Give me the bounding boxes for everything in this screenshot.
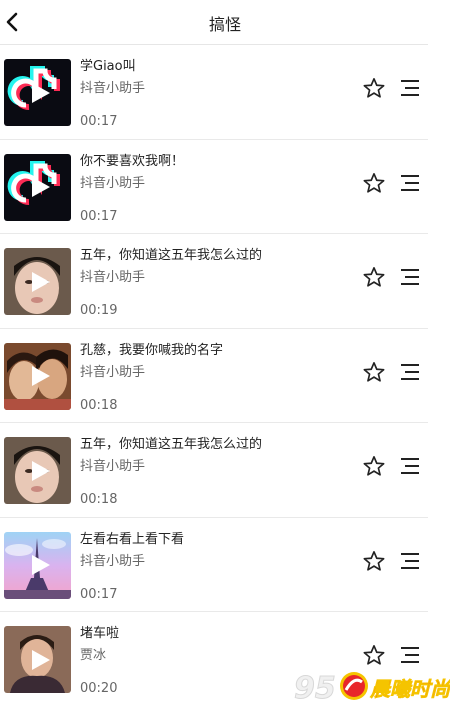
playlist-menu-icon[interactable] xyxy=(399,457,421,475)
page-title: 搞怪 xyxy=(208,15,241,34)
item-artist: 抖音小助手 xyxy=(80,81,146,96)
list-item[interactable]: 五年，你知道这五年我怎么过的 抖音小助手 00:18 xyxy=(0,423,450,518)
header-bar: 搞怪 xyxy=(0,0,450,45)
thumbnail-tiktok xyxy=(4,153,71,221)
play-icon[interactable] xyxy=(29,649,51,671)
favorite-star-icon[interactable] xyxy=(363,644,385,666)
list-item[interactable]: 五年，你知道这五年我怎么过的 抖音小助手 00:19 xyxy=(0,234,450,329)
thumbnail-man-photo xyxy=(4,626,71,693)
favorite-star-icon[interactable] xyxy=(363,172,385,194)
playlist-menu-icon[interactable] xyxy=(399,268,421,286)
item-title: 五年，你知道这五年我怎么过的 xyxy=(80,437,263,452)
playlist-menu-icon[interactable] xyxy=(399,363,421,381)
thumbnail-couple-photo xyxy=(4,342,71,410)
audio-list: 学Giao叫 抖音小助手 00:17 你不要喜欢我啊！ 抖音小助手 00:17 xyxy=(0,45,450,706)
play-icon[interactable] xyxy=(29,365,51,387)
favorite-star-icon[interactable] xyxy=(363,266,385,288)
playlist-menu-icon[interactable] xyxy=(399,646,421,664)
list-item[interactable]: 左看右看上看下看 抖音小助手 00:17 xyxy=(0,518,450,612)
play-icon[interactable] xyxy=(29,82,51,104)
list-item[interactable]: 孔慈，我要你喊我的名字 抖音小助手 00:18 xyxy=(0,329,450,423)
item-duration: 00:17 xyxy=(80,208,118,224)
playlist-menu-icon[interactable] xyxy=(399,79,421,97)
playlist-menu-icon[interactable] xyxy=(399,552,421,570)
item-artist: 抖音小助手 xyxy=(80,553,146,569)
item-title: 学Giao叫 xyxy=(80,59,136,74)
item-duration: 00:18 xyxy=(80,397,118,413)
item-duration: 00:17 xyxy=(80,114,118,129)
item-artist: 抖音小助手 xyxy=(80,459,146,474)
item-artist: 抖音小助手 xyxy=(80,364,146,380)
svg-text:晨曦时尚: 晨曦时尚 xyxy=(369,677,450,701)
item-title: 你不要喜欢我啊！ xyxy=(80,153,185,169)
list-item[interactable]: 你不要喜欢我啊！ 抖音小助手 00:17 xyxy=(0,140,450,234)
thumbnail-face-photo xyxy=(4,437,71,504)
item-title: 左看右看上看下看 xyxy=(80,531,185,547)
item-title: 孔慈，我要你喊我的名字 xyxy=(80,342,224,358)
favorite-star-icon[interactable] xyxy=(363,455,385,477)
playlist-menu-icon[interactable] xyxy=(399,174,421,192)
item-artist: 贾冰 xyxy=(80,648,107,663)
svg-text:95: 95 xyxy=(294,671,336,706)
play-icon[interactable] xyxy=(29,460,51,482)
watermark-logo: 95 晨曦时尚 xyxy=(292,664,450,706)
favorite-star-icon[interactable] xyxy=(363,550,385,572)
item-title: 五年，你知道这五年我怎么过的 xyxy=(80,248,263,263)
favorite-star-icon[interactable] xyxy=(363,77,385,99)
play-icon[interactable] xyxy=(29,271,51,293)
item-duration: 00:18 xyxy=(80,492,118,507)
list-item[interactable]: 学Giao叫 抖音小助手 00:17 xyxy=(0,45,450,140)
play-icon[interactable] xyxy=(29,554,51,576)
thumbnail-eiffel-tower-photo xyxy=(4,531,71,599)
item-artist: 抖音小助手 xyxy=(80,270,146,285)
thumbnail-face-photo xyxy=(4,248,71,315)
play-icon[interactable] xyxy=(29,176,51,198)
thumbnail-tiktok xyxy=(4,59,71,126)
favorite-star-icon[interactable] xyxy=(363,361,385,383)
item-duration: 00:19 xyxy=(80,303,118,318)
item-duration: 00:17 xyxy=(80,586,118,602)
item-artist: 抖音小助手 xyxy=(80,175,146,191)
item-title: 堵车啦 xyxy=(80,626,120,641)
